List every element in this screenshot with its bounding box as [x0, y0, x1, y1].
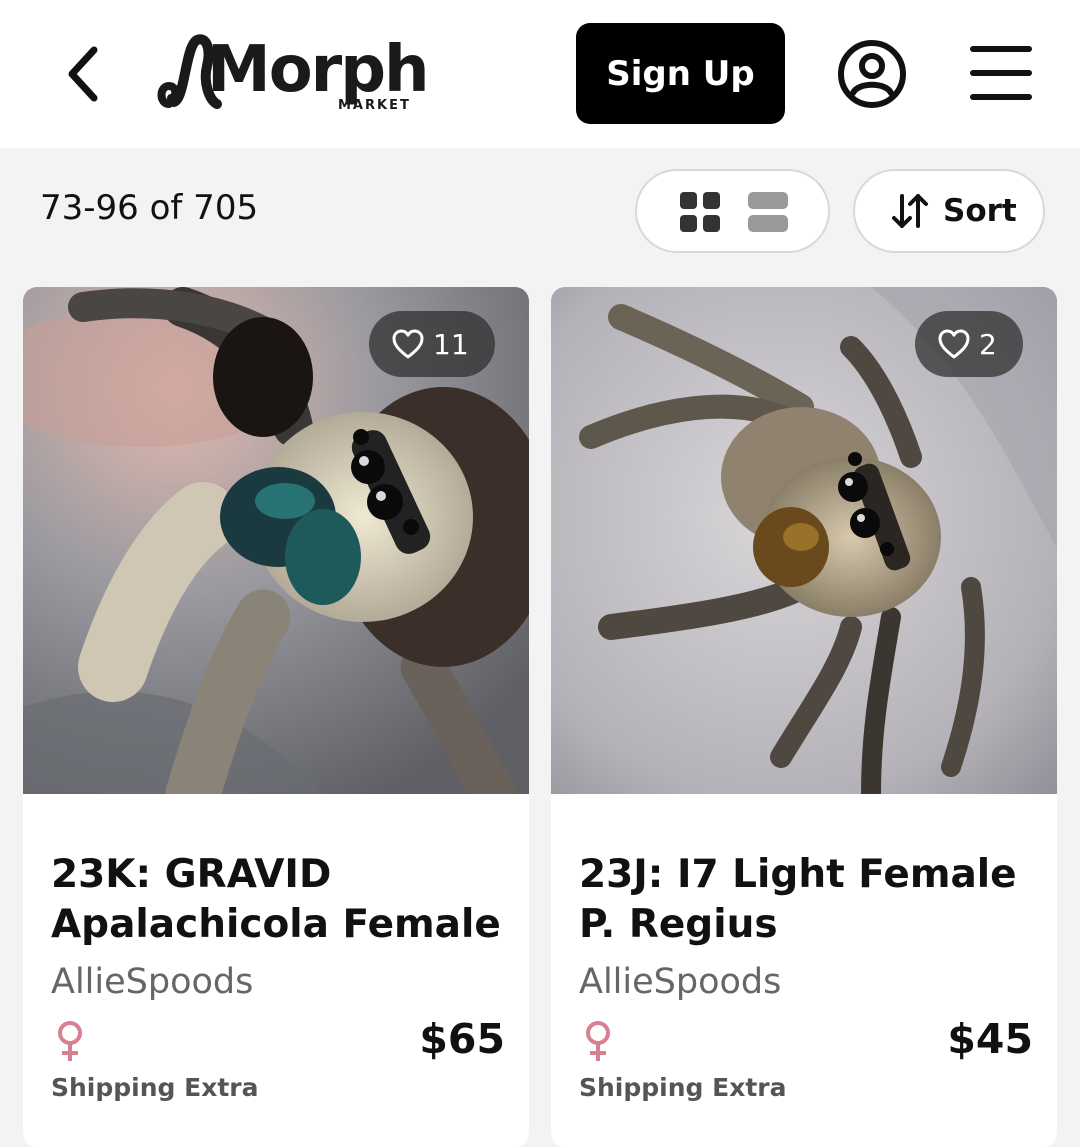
top-nav-bar: Morph MARKET Sign Up: [0, 0, 1080, 148]
result-count: 73-96 of 705: [40, 188, 259, 228]
sort-button[interactable]: Sort: [853, 169, 1045, 253]
account-button[interactable]: [836, 38, 908, 110]
listing-price: $65: [419, 1015, 505, 1063]
logo-subtext: MARKET: [338, 98, 411, 113]
listing-card[interactable]: 11 23K: GRAVID Apalachicola Female Allie…: [23, 287, 529, 1147]
grid-view-icon[interactable]: [679, 191, 721, 233]
account-icon: [838, 40, 906, 108]
favorite-count: 11: [433, 327, 469, 361]
female-icon: [586, 1021, 610, 1061]
listing-title[interactable]: 23J: I7 Light Female P. Regius: [579, 850, 1039, 950]
morph-market-logo[interactable]: Morph MARKET: [155, 26, 430, 126]
main-menu-button[interactable]: [970, 44, 1032, 102]
favorite-button[interactable]: 2: [915, 311, 1023, 377]
listing-price: $45: [947, 1015, 1033, 1063]
sort-arrows-icon: [892, 194, 928, 228]
favorite-count: 2: [979, 327, 997, 361]
listing-photo[interactable]: 2: [551, 287, 1057, 794]
heart-icon: [938, 329, 970, 359]
hamburger-menu-icon: [970, 46, 1032, 100]
list-view-icon[interactable]: [747, 191, 789, 233]
back-button[interactable]: [52, 40, 112, 108]
seller-name[interactable]: AllieSpoods: [579, 962, 781, 1002]
view-mode-toggle[interactable]: [635, 169, 830, 253]
listing-photo[interactable]: 11: [23, 287, 529, 794]
shipping-info: Shipping Extra: [579, 1073, 787, 1102]
listing-card[interactable]: 2 23J: I7 Light Female P. Regius AllieSp…: [551, 287, 1057, 1147]
listing-title[interactable]: 23K: GRAVID Apalachicola Female: [51, 850, 511, 950]
sort-label: Sort: [943, 193, 1017, 229]
female-icon: [58, 1021, 82, 1061]
sign-up-button[interactable]: Sign Up: [576, 23, 785, 124]
shipping-info: Shipping Extra: [51, 1073, 259, 1102]
seller-name[interactable]: AllieSpoods: [51, 962, 253, 1002]
heart-icon: [392, 329, 424, 359]
favorite-button[interactable]: 11: [369, 311, 495, 377]
chevron-left-icon: [68, 46, 98, 102]
